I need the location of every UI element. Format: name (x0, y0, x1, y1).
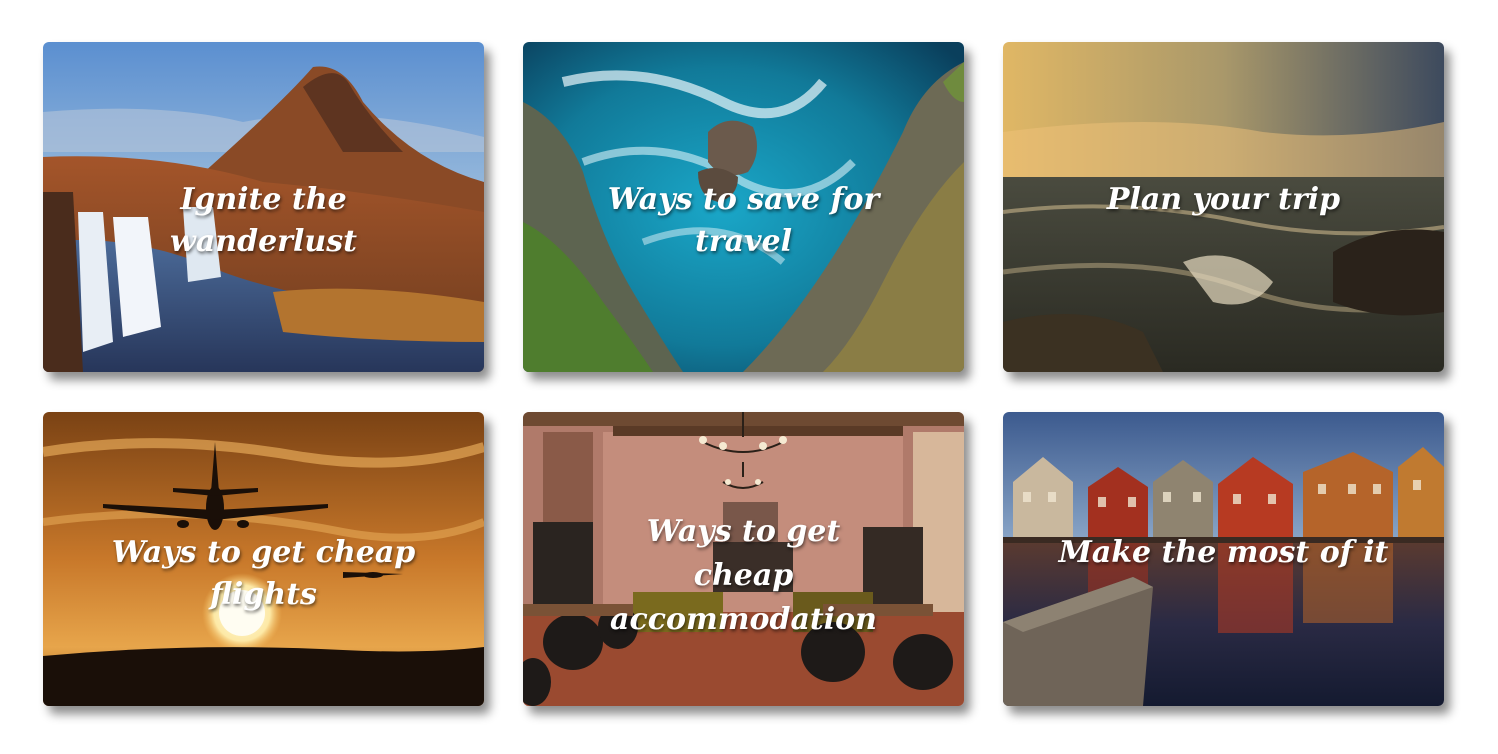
card-ways-to-get-cheap-flights[interactable]: Ways to get cheap flights (43, 412, 484, 706)
card-title: Ways to get cheap accommodation (610, 514, 877, 637)
card-title: Make the most of it (1058, 535, 1389, 570)
card-title: Ways to get cheap flights (111, 535, 416, 612)
card-make-the-most-of-it[interactable]: Make the most of it (1003, 412, 1444, 706)
card-title: Plan your trip (1106, 182, 1341, 217)
article-card-grid: Ignite the wanderlust Ways to save for t… (0, 0, 1498, 754)
card-ways-to-save-for-travel[interactable]: Ways to save for travel (523, 42, 964, 372)
card-title: Ways to save for travel (607, 182, 880, 259)
card-plan-your-trip[interactable]: Plan your trip (1003, 42, 1444, 372)
card-ways-to-get-cheap-accommodation[interactable]: Ways to get cheap accommodation (523, 412, 964, 706)
card-ignite-the-wanderlust[interactable]: Ignite the wanderlust (43, 42, 484, 372)
card-title: Ignite the wanderlust (170, 182, 357, 259)
